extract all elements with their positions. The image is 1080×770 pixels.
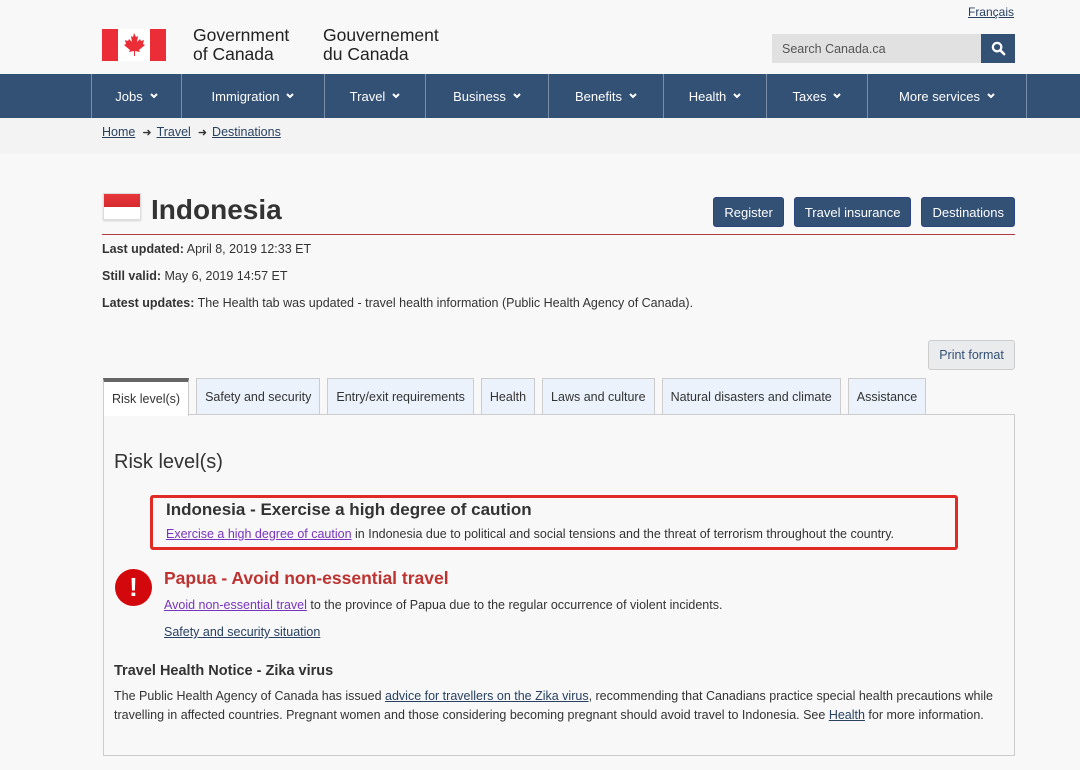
indonesia-risk-text: Exercise a high degree of caution in Ind… (166, 527, 895, 541)
menu-item-taxes[interactable]: Taxes (766, 74, 867, 118)
breadcrumb-home[interactable]: Home (102, 125, 135, 139)
safety-security-situation-link[interactable]: Safety and security situation (164, 625, 320, 639)
chevron-down-icon (150, 93, 158, 99)
menu-item-business[interactable]: Business (425, 74, 548, 118)
tab-risk-levels[interactable]: Risk level(s) (103, 378, 190, 416)
chevron-down-icon (513, 93, 521, 99)
search-input[interactable] (772, 34, 981, 63)
zika-notice-heading: Travel Health Notice - Zika virus (114, 663, 334, 679)
search-icon (991, 41, 1005, 56)
menu-item-travel[interactable]: Travel (324, 74, 425, 118)
chevron-down-icon (392, 93, 401, 99)
papua-risk-heading: Papua - Avoid non-essential travel (164, 568, 449, 588)
arrow-right-icon: ➜ (197, 126, 208, 139)
breadcrumb-destinations[interactable]: Destinations (212, 125, 281, 139)
section-heading: Risk level(s) (114, 451, 223, 473)
tab-laws-culture[interactable]: Laws and culture (542, 378, 655, 415)
last-updated: Last updated: April 8, 2019 12:33 ET (102, 242, 312, 256)
breadcrumb-travel[interactable]: Travel (157, 125, 191, 139)
menu-item-health[interactable]: Health (663, 74, 766, 118)
tab-natural-disasters[interactable]: Natural disasters and climate (661, 378, 841, 415)
travel-insurance-button[interactable]: Travel insurance (793, 197, 912, 227)
menu-item-immigration[interactable]: Immigration (181, 74, 324, 118)
register-button[interactable]: Register (713, 197, 784, 227)
exercise-caution-link[interactable]: Exercise a high degree of caution (166, 527, 352, 541)
papua-risk-text: Avoid non-essential travel to the provin… (164, 598, 723, 612)
latest-updates: Latest updates: The Health tab was updat… (102, 296, 694, 310)
chevron-down-icon (286, 93, 295, 99)
search-form (772, 34, 1015, 63)
print-format-button[interactable]: Print format (928, 340, 1015, 370)
main-menu: Jobs Immigration Travel Business Benefit… (0, 74, 1080, 118)
tab-panel-risk-levels: Risk level(s) Indonesia - Exercise a hig… (103, 414, 1015, 756)
chevron-down-icon (733, 93, 741, 99)
menu-item-jobs[interactable]: Jobs (91, 74, 181, 118)
avoid-non-essential-link[interactable]: Avoid non-essential travel (164, 598, 307, 612)
tab-list: Risk level(s) Safety and security Entry/… (103, 378, 933, 416)
menu-item-more-services[interactable]: More services (867, 74, 1027, 118)
indonesia-risk-heading: Indonesia - Exercise a high degree of ca… (166, 500, 532, 519)
warning-icon: ! (115, 569, 152, 606)
chevron-down-icon (629, 93, 637, 99)
title-divider (102, 234, 1015, 235)
tab-health[interactable]: Health (480, 378, 536, 415)
indonesia-flag-icon (103, 193, 141, 220)
signature-english: Government of Canada (193, 25, 290, 64)
site-header: Government of Canada Gouvernement du Can… (0, 0, 1080, 74)
breadcrumb: Home ➜ Travel ➜ Destinations (0, 118, 1080, 154)
page-title: Indonesia (151, 194, 282, 225)
zika-notice-text: The Public Health Agency of Canada has i… (114, 689, 993, 722)
signature-french: Gouvernement du Canada (323, 25, 439, 64)
health-tab-link[interactable]: Health (829, 708, 865, 722)
destinations-button[interactable]: Destinations (921, 197, 1015, 227)
tab-assistance[interactable]: Assistance (847, 378, 927, 415)
menu-item-benefits[interactable]: Benefits (548, 74, 663, 118)
canada-flag-icon (102, 29, 166, 61)
highlighted-risk-indonesia: Indonesia - Exercise a high degree of ca… (150, 495, 958, 550)
search-button[interactable] (981, 34, 1015, 63)
tab-safety-security[interactable]: Safety and security (196, 378, 321, 415)
chevron-down-icon (833, 93, 842, 99)
zika-advice-link[interactable]: advice for travellers on the Zika virus (385, 689, 589, 703)
chevron-down-icon (987, 93, 995, 99)
action-buttons: Register Travel insurance Destinations (713, 197, 1015, 227)
arrow-right-icon: ➜ (142, 126, 152, 139)
tab-entry-exit[interactable]: Entry/exit requirements (327, 378, 474, 415)
still-valid: Still valid: May 6, 2019 14:57 ET (102, 269, 288, 283)
language-toggle-link[interactable]: Français (968, 5, 1014, 19)
